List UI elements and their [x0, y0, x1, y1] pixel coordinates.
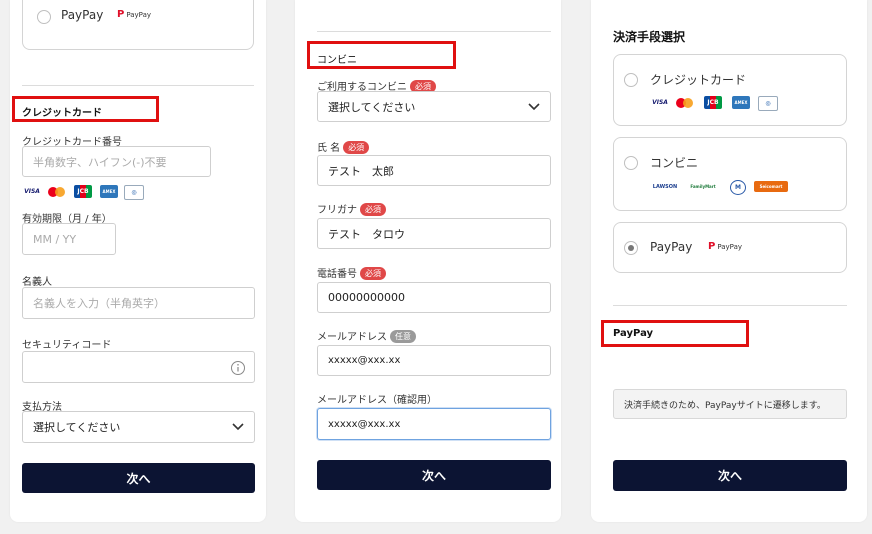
cvs-section-title: コンビニ	[317, 55, 357, 66]
jcb-logo: JCB	[74, 185, 92, 198]
visa-logo: VISA	[24, 188, 40, 195]
expiry-input[interactable]: MM / YY	[22, 223, 116, 255]
divider	[317, 31, 551, 32]
next-button-paypay[interactable]: 次へ	[613, 460, 847, 491]
paypay-redirect-notice: 決済手続きのため、PayPayサイトに遷移します。	[613, 389, 847, 419]
paypay-logo: P PayPay	[708, 241, 743, 252]
holder-name-input[interactable]: 名義人を入力（半角英字）	[22, 287, 255, 319]
credit-card-panel: PayPay P PayPay クレジットカード クレジットカード番号 半角数字…	[10, 0, 266, 522]
next-button-cvs[interactable]: 次へ	[317, 460, 551, 490]
paypay-logo-icon: P	[708, 241, 716, 252]
payment-method-select[interactable]: 選択してください	[22, 411, 255, 443]
payment-selection-heading: 決済手段選択	[613, 30, 686, 44]
ministop-logo: M	[730, 180, 746, 195]
paypay-logo: P PayPay	[117, 9, 152, 20]
jcb-logo: JCB	[704, 96, 722, 109]
chevron-down-icon	[528, 102, 540, 110]
diners-logo: ◎	[124, 185, 144, 200]
chevron-down-icon	[232, 423, 244, 431]
paypay-radio[interactable]	[37, 10, 51, 24]
lawson-logo: LAWSON	[652, 183, 678, 190]
required-badge: 必須	[360, 203, 386, 216]
cvs-option-label: コンビニ	[650, 156, 699, 170]
amex-logo: AMEX	[732, 96, 750, 109]
convenience-store-panel: コンビニ ご利用するコンビニ 必須 選択してください 氏 名必須 テスト 太郎 フ…	[295, 0, 561, 522]
phone-label: 電話番号 必須	[317, 265, 386, 280]
kana-input[interactable]: テスト タロウ	[317, 218, 551, 249]
seicomart-logo: Seicomart	[754, 181, 788, 192]
credit-card-option[interactable]: クレジットカード VISA JCB AMEX ◎	[613, 54, 847, 126]
paypay-option-label: PayPay	[61, 8, 104, 22]
visa-logo: VISA	[652, 99, 668, 106]
email-input[interactable]: xxxxx@xxx.xx	[317, 345, 551, 376]
holder-name-label: 名義人	[22, 277, 52, 288]
paypay-radio-selected[interactable]	[624, 241, 638, 255]
name-label: 氏 名必須	[317, 139, 370, 154]
amex-logo: AMEX	[100, 185, 118, 198]
credit-card-option-label: クレジットカード	[650, 73, 747, 87]
email-confirm-label: メールアドレス（確認用）	[317, 395, 437, 406]
card-brand-logos: VISA JCB AMEX ◎	[650, 96, 790, 111]
required-badge: 必須	[360, 267, 386, 280]
paypay-option-card[interactable]: PayPay P PayPay	[22, 0, 254, 50]
card-brand-logos: VISA JCB AMEX ◎	[22, 185, 152, 200]
cvs-option[interactable]: コンビニ LAWSON FamilyMart M Seicomart	[613, 137, 847, 211]
required-badge: 必須	[343, 141, 370, 154]
familymart-logo: FamilyMart	[690, 184, 716, 189]
email-label: メールアドレス 任意	[317, 328, 416, 343]
info-icon[interactable]	[230, 360, 246, 376]
optional-badge: 任意	[390, 330, 416, 343]
next-button-credit[interactable]: 次へ	[22, 463, 255, 493]
name-input[interactable]: テスト 太郎	[317, 155, 551, 186]
payment-method-value: 選択してください	[33, 421, 121, 434]
mastercard-logo	[676, 98, 694, 108]
diners-logo: ◎	[758, 96, 778, 111]
divider	[613, 305, 847, 306]
security-code-label: セキュリティコード	[22, 340, 112, 351]
divider	[22, 85, 254, 86]
phone-input[interactable]: 00000000000	[317, 282, 551, 313]
paypay-logo-icon: P	[117, 9, 125, 20]
kana-label: フリガナ 必須	[317, 201, 386, 216]
paypay-section-title: PayPay	[613, 328, 654, 339]
paypay-option[interactable]: PayPay P PayPay	[613, 222, 847, 273]
mastercard-logo	[48, 187, 66, 197]
security-code-input[interactable]	[22, 351, 255, 383]
payment-selection-panel: 決済手段選択 クレジットカード VISA JCB AMEX ◎ コンビニ LAW…	[591, 0, 867, 522]
cvs-radio[interactable]	[624, 156, 638, 170]
cvs-brand-logos: LAWSON FamilyMart M Seicomart	[650, 180, 830, 195]
credit-card-section-title: クレジットカード	[22, 108, 102, 119]
email-confirm-input[interactable]: xxxxx@xxx.xx	[317, 408, 551, 440]
credit-card-radio[interactable]	[624, 73, 638, 87]
paypay-option-label: PayPay	[650, 240, 693, 254]
card-number-input[interactable]: 半角数字、ハイフン(-)不要	[22, 146, 211, 177]
store-select[interactable]: 選択してください	[317, 91, 551, 122]
store-select-value: 選択してください	[328, 100, 416, 114]
